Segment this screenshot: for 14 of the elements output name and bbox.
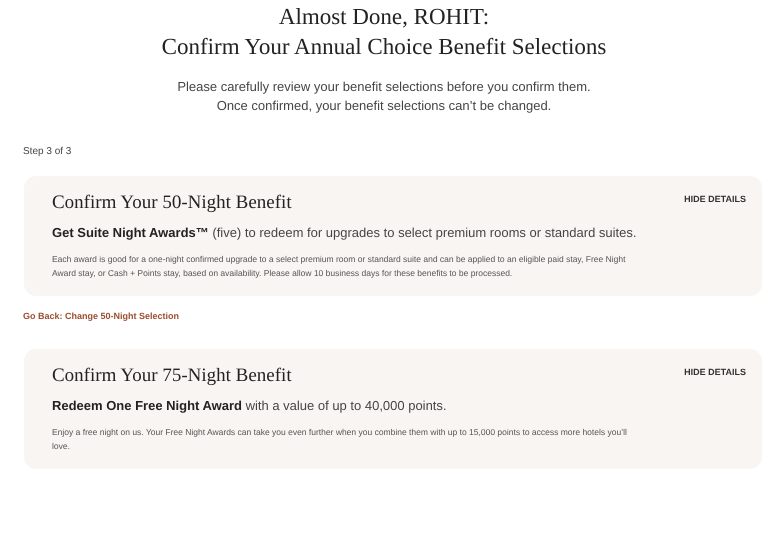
hide-details-link[interactable]: HIDE DETAILS [684,194,746,204]
page-title: Almost Done, ROHIT: [278,3,490,31]
step-indicator: Step 3 of 3 [23,146,72,157]
benefit-details: Each award is good for a one-night confirmed upgrade to a select premium room or standard suite and can be applied to an eligible paid stay, Free Night Award stay, or Cash + Points stay, based on availability. Please allow 10 business days for these benefits to be processed. [52,253,626,280]
go-back-link[interactable]: Go Back: Change 50-Night Selection [23,311,180,321]
card-title: Confirm Your 50-Night Benefit [52,192,292,214]
card-title: Confirm Your 75-Night Benefit [52,365,292,387]
benefit-summary: Redeem One Free Night Award with a value of up to 40,000 points. [52,398,448,413]
page-title: Confirm Your Annual Choice Benefit Selections [162,33,606,61]
benefit-summary: Get Suite Night Awards™ (five) to redeem for upgrades to select premium rooms or standard suites. [52,225,638,240]
hide-details-link[interactable]: HIDE DETAILS [684,367,746,377]
intro-text: Once confirmed, your benefit selections can’t be changed. [216,97,552,115]
benefit-details: Enjoy a free night on us. Your Free Night Awards can take you even further when you combine them with up to 15,000 points to access more hotels you’ll love. [52,426,628,453]
intro-text: Please carefully review your benefit selections before you confirm them. [177,78,591,96]
